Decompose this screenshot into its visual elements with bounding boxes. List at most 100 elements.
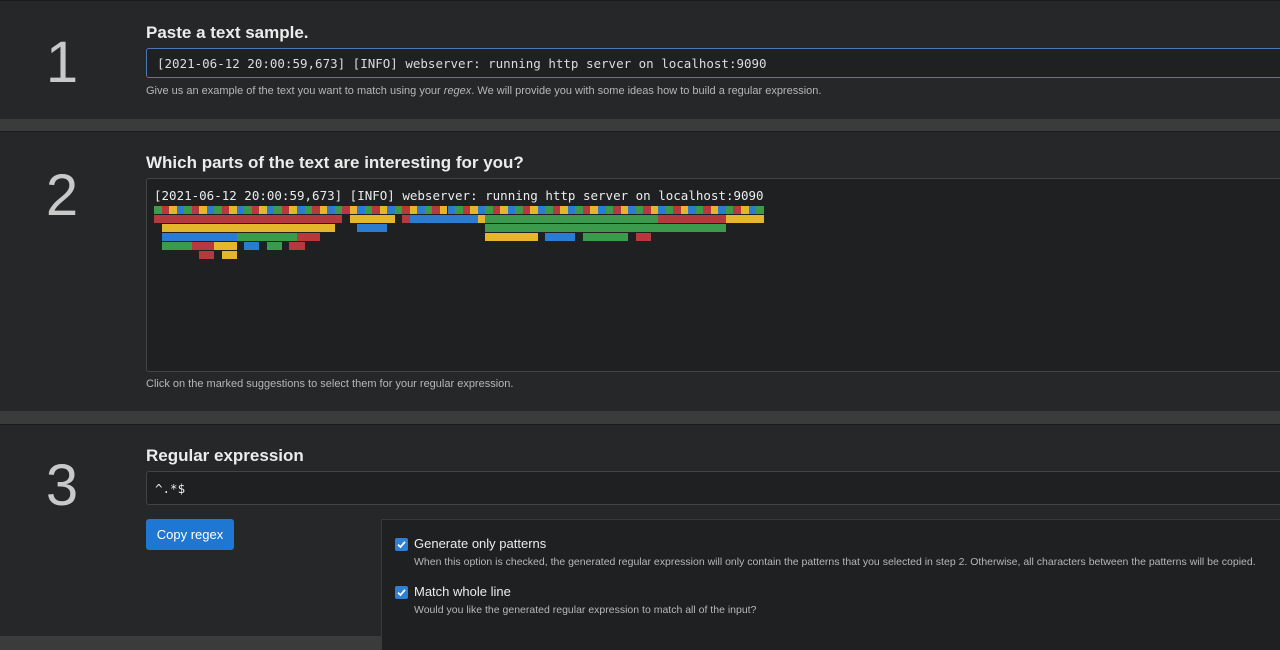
suggestion-marker[interactable]: [281, 206, 290, 214]
suggestion-marker[interactable]: [628, 206, 636, 214]
suggestion-marker[interactable]: [485, 206, 493, 214]
suggestion-marker[interactable]: [756, 206, 764, 214]
suggestion-marker[interactable]: [552, 206, 561, 214]
suggestion-marker[interactable]: [477, 206, 486, 214]
suggestion-marker[interactable]: [500, 206, 508, 214]
suggestion-marker[interactable]: [417, 206, 425, 214]
suggestion-marker[interactable]: [635, 233, 651, 241]
suggestion-marker[interactable]: [620, 206, 629, 214]
suggestion-marker[interactable]: [394, 206, 403, 214]
checkbox-checked-icon[interactable]: [395, 586, 408, 599]
suggestion-marker[interactable]: [154, 215, 343, 223]
suggestion-marker[interactable]: [236, 233, 297, 241]
copy-regex-button[interactable]: Copy regex: [146, 519, 234, 550]
suggestion-marker[interactable]: [485, 224, 726, 232]
suggestion-marker[interactable]: [439, 206, 448, 214]
suggestion-marker[interactable]: [191, 206, 200, 214]
suggestion-marker[interactable]: [537, 206, 546, 214]
suggestion-marker[interactable]: [515, 206, 523, 214]
suggestion-marker[interactable]: [274, 206, 282, 214]
suggestion-marker[interactable]: [613, 206, 621, 214]
suggestion-marker[interactable]: [470, 206, 478, 214]
suggestion-marker[interactable]: [161, 206, 170, 214]
suggestion-marker[interactable]: [718, 206, 726, 214]
suggestion-marker[interactable]: [447, 206, 456, 214]
suggestion-marker[interactable]: [379, 206, 388, 214]
suggestion-marker[interactable]: [191, 242, 215, 250]
suggestion-marker[interactable]: [575, 206, 583, 214]
suggestion-marker[interactable]: [733, 215, 764, 223]
suggestion-marker[interactable]: [206, 206, 215, 214]
suggestion-marker[interactable]: [650, 206, 659, 214]
suggestion-marker[interactable]: [665, 206, 674, 214]
suggestion-marker[interactable]: [221, 206, 230, 214]
sample-text-input[interactable]: [146, 48, 1280, 78]
suggestion-marker[interactable]: [658, 206, 666, 214]
suggestion-marker[interactable]: [251, 206, 260, 214]
suggestion-marker[interactable]: [289, 242, 305, 250]
suggestion-marker[interactable]: [402, 206, 410, 214]
suggestion-marker[interactable]: [545, 233, 576, 241]
suggestion-marker[interactable]: [477, 215, 486, 223]
suggestion-marker[interactable]: [725, 215, 734, 223]
suggestion-marker[interactable]: [319, 206, 328, 214]
suggestion-marker[interactable]: [184, 206, 192, 214]
regex-output[interactable]: ^.*$: [146, 471, 1280, 505]
suggestion-marker[interactable]: [741, 206, 749, 214]
suggestion-marker[interactable]: [259, 206, 267, 214]
suggestion-marker[interactable]: [582, 206, 591, 214]
suggestion-marker[interactable]: [522, 206, 531, 214]
suggestion-marker[interactable]: [199, 251, 215, 259]
suggestion-marker[interactable]: [567, 206, 576, 214]
suggestion-marker[interactable]: [161, 242, 192, 250]
suggestion-marker[interactable]: [161, 233, 237, 241]
suggestion-marker[interactable]: [748, 206, 757, 214]
suggestion-marker[interactable]: [688, 206, 696, 214]
suggestion-marker[interactable]: [349, 206, 358, 214]
suggestion-marker[interactable]: [695, 206, 704, 214]
suggestion-marker[interactable]: [605, 206, 614, 214]
suggestion-marker[interactable]: [485, 215, 659, 223]
suggestion-marker[interactable]: [402, 215, 410, 223]
suggestion-marker[interactable]: [244, 242, 260, 250]
suggestion-marker[interactable]: [199, 206, 207, 214]
suggestion-marker[interactable]: [432, 206, 440, 214]
suggestion-marker[interactable]: [349, 215, 395, 223]
suggestion-marker[interactable]: [710, 206, 719, 214]
suggestion-marker[interactable]: [725, 206, 734, 214]
suggestion-marker[interactable]: [342, 206, 350, 214]
suggestion-marker[interactable]: [334, 206, 343, 214]
suggestion-marker[interactable]: [590, 206, 598, 214]
suggestion-marker[interactable]: [161, 224, 335, 232]
suggestion-marker[interactable]: [673, 206, 681, 214]
suggestion-marker[interactable]: [492, 206, 501, 214]
suggestion-marker[interactable]: [372, 206, 380, 214]
suggestion-marker[interactable]: [296, 206, 305, 214]
suggestion-marker[interactable]: [703, 206, 711, 214]
suggestion-marker[interactable]: [582, 233, 629, 241]
suggestion-marker[interactable]: [244, 206, 252, 214]
suggestion-marker[interactable]: [462, 206, 471, 214]
suggestion-marker[interactable]: [560, 206, 568, 214]
suggestion-marker[interactable]: [507, 206, 516, 214]
suggestion-marker[interactable]: [214, 242, 237, 250]
suggestion-marker[interactable]: [169, 206, 177, 214]
suggestion-marker[interactable]: [530, 206, 538, 214]
suggestion-marker[interactable]: [409, 206, 418, 214]
suggestion-marker[interactable]: [312, 206, 320, 214]
suggestion-marker[interactable]: [409, 215, 478, 223]
suggestion-marker[interactable]: [266, 206, 275, 214]
suggestion-marker[interactable]: [680, 206, 689, 214]
suggestion-marker[interactable]: [364, 206, 373, 214]
suggestion-marker[interactable]: [455, 206, 463, 214]
suggestion-marker[interactable]: [214, 206, 222, 214]
suggestion-marker[interactable]: [296, 233, 320, 241]
suggestion-marker[interactable]: [266, 242, 282, 250]
suggestion-marker[interactable]: [289, 206, 297, 214]
suggestion-marker[interactable]: [236, 206, 245, 214]
suggestion-marker[interactable]: [176, 206, 185, 214]
suggestion-marker[interactable]: [154, 206, 162, 214]
suggestion-marker[interactable]: [229, 206, 237, 214]
suggestion-marker[interactable]: [635, 206, 644, 214]
suggestion-marker[interactable]: [733, 206, 741, 214]
